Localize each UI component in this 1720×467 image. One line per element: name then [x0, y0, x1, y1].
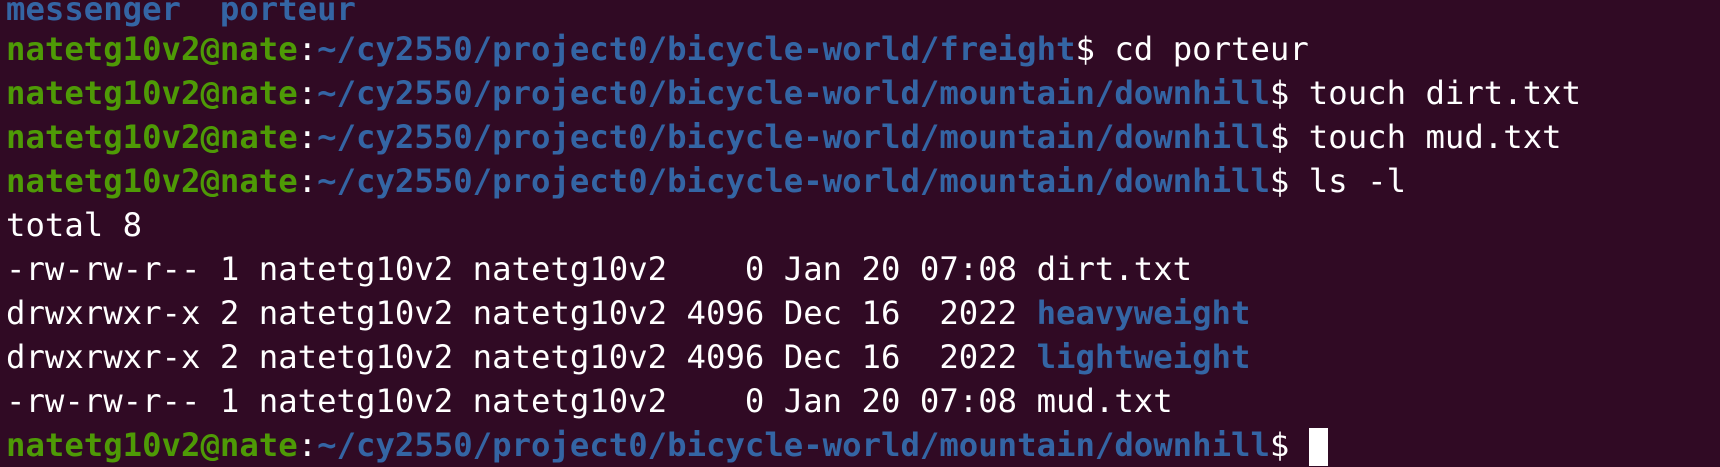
- ls-entry-meta: drwxrwxr-x 2 natetg10v2 natetg10v2 4096 …: [6, 338, 1037, 376]
- prompt-path: ~/cy2550/project0/bicycle-world/mountain…: [317, 74, 1270, 112]
- prompt-path: ~/cy2550/project0/bicycle-world/mountain…: [317, 118, 1270, 156]
- ls-entry-meta: drwxrwxr-x 2 natetg10v2 natetg10v2 4096 …: [6, 294, 1037, 332]
- command-text: touch dirt.txt: [1289, 74, 1582, 112]
- file-name-dirt: dirt.txt: [1036, 250, 1193, 288]
- prompt-path: ~/cy2550/project0/bicycle-world/mountain…: [317, 162, 1270, 200]
- ls-entry-row: -rw-rw-r-- 1 natetg10v2 natetg10v2 0 Jan…: [6, 247, 1192, 291]
- command-text: ls -l: [1289, 162, 1407, 200]
- terminal-window[interactable]: messenger porteur natetg10v2@nate:~/cy25…: [0, 0, 1720, 466]
- prompt-user: natetg10v2@nate: [6, 426, 298, 464]
- prompt-line-4: natetg10v2@nate:~/cy2550/project0/bicycl…: [6, 159, 1406, 203]
- prompt-colon: :: [297, 162, 318, 200]
- prompt-dollar: $: [1269, 162, 1290, 200]
- ls-entry-row: drwxrwxr-x 2 natetg10v2 natetg10v2 4096 …: [6, 291, 1250, 335]
- active-prompt-line[interactable]: natetg10v2@nate:~/cy2550/project0/bicycl…: [6, 423, 1328, 467]
- prompt-line-1: natetg10v2@nate:~/cy2550/project0/bicycl…: [6, 27, 1309, 71]
- prompt-path: ~/cy2550/project0/bicycle-world/mountain…: [317, 426, 1270, 464]
- prompt-dollar: $: [1075, 30, 1095, 68]
- ls-entry-row: drwxrwxr-x 2 natetg10v2 natetg10v2 4096 …: [6, 335, 1250, 379]
- dir-entry-porteur: porteur: [219, 0, 357, 28]
- ls-total-line: total 8: [6, 206, 143, 244]
- dir-entry-messenger: messenger: [6, 0, 181, 28]
- prompt-user: natetg10v2@nate: [6, 118, 298, 156]
- prompt-line-2: natetg10v2@nate:~/cy2550/project0/bicycl…: [6, 71, 1581, 115]
- dir-name-lightweight: lightweight: [1036, 338, 1251, 376]
- prompt-colon: :: [297, 426, 318, 464]
- ls-entry-meta: -rw-rw-r-- 1 natetg10v2 natetg10v2 0 Jan…: [6, 382, 1037, 420]
- prompt-line-3: natetg10v2@nate:~/cy2550/project0/bicycl…: [6, 115, 1562, 159]
- prompt-dollar: $: [1269, 74, 1290, 112]
- prompt-dollar: $: [1269, 118, 1290, 156]
- prompt-path: ~/cy2550/project0/bicycle-world/freight: [317, 30, 1076, 68]
- ls-entry-row: -rw-rw-r-- 1 natetg10v2 natetg10v2 0 Jan…: [6, 379, 1173, 423]
- prompt-user: natetg10v2@nate: [6, 74, 298, 112]
- prompt-user: natetg10v2@nate: [6, 162, 298, 200]
- command-input[interactable]: [1289, 426, 1308, 464]
- command-text: touch mud.txt: [1289, 118, 1562, 156]
- command-text: cd porteur: [1094, 30, 1309, 68]
- prompt-colon: :: [297, 30, 318, 68]
- text-cursor: [1308, 428, 1328, 466]
- prompt-user: natetg10v2@nate: [6, 30, 298, 68]
- ls-entry-meta: -rw-rw-r-- 1 natetg10v2 natetg10v2 0 Jan…: [6, 250, 1037, 288]
- prompt-colon: :: [297, 74, 318, 112]
- prompt-dollar: $: [1269, 426, 1290, 464]
- prompt-colon: :: [297, 118, 318, 156]
- file-name-mud: mud.txt: [1036, 382, 1173, 420]
- dir-name-heavyweight: heavyweight: [1036, 294, 1251, 332]
